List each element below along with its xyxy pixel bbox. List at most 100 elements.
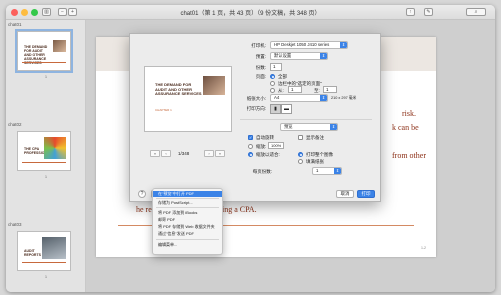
landscape-orientation-button[interactable]: ▬ <box>281 104 292 114</box>
cancel-button[interactable]: 取消 <box>336 190 354 198</box>
thumbnail-rule <box>22 262 66 263</box>
print-dialog: THE DEMAND FOR AUDIT AND OTHER ASSURANCE… <box>129 33 381 202</box>
auto-rotate-label: 自动旋转 <box>256 135 274 140</box>
slide-text-line: risk. <box>402 109 416 118</box>
thumbnail-page[interactable]: AUDIT REPORTS <box>17 231 71 271</box>
thumbnail-image <box>53 40 66 52</box>
pages-all-radio[interactable] <box>270 74 275 79</box>
previous-page-button[interactable]: ‹ <box>161 150 171 157</box>
presets-select[interactable]: 默认设置 ⇕ <box>270 52 328 60</box>
chevron-down-icon: ⇕ <box>320 53 327 59</box>
slide-text-line: from other <box>392 151 426 160</box>
thumbnail-rule <box>22 162 66 163</box>
pages-from-input[interactable]: 1 <box>288 86 302 93</box>
show-notes-label: 显示备注 <box>306 135 324 140</box>
orientation-label: 打印方向: <box>246 106 266 111</box>
thumbnail-image <box>44 137 66 159</box>
pages-to-input[interactable]: 1 <box>323 86 337 93</box>
pdf-menu-item-mail-pdf[interactable]: 邮寄 PDF <box>153 217 222 223</box>
print-preview: THE DEMAND FOR AUDIT AND OTHER ASSURANCE… <box>138 42 238 182</box>
preview-page: THE DEMAND FOR AUDIT AND OTHER ASSURANCE… <box>144 66 232 132</box>
slide-page-number: 1-2 <box>420 246 426 250</box>
printer-value: HP Deskjet 1050 J410 series <box>274 42 330 47</box>
page-indicator: 1/348 <box>178 151 190 156</box>
scale-to-fit-radio[interactable] <box>248 152 253 157</box>
chevron-down-icon: ⇕ <box>334 168 341 174</box>
copies-per-page-label: 每页份数: <box>252 169 272 174</box>
scale-input[interactable]: 100% <box>268 142 284 149</box>
scale-radio[interactable] <box>248 144 253 149</box>
pdf-menu-item-save-postscript[interactable]: 存储为 PostScript... <box>153 200 222 206</box>
sidebar-section-header: chat03 <box>8 222 22 227</box>
pdf-menu-item-edit-menu[interactable]: 编辑菜单... <box>153 242 222 248</box>
scale-to-fit-label: 缩放以适合: <box>256 152 280 157</box>
menu-separator <box>156 207 219 208</box>
sidebar-header: chat01 <box>8 22 22 27</box>
window-title: chat01（第 1 页，共 43 页）（9 份文稿，共 348 页） <box>180 11 321 17</box>
scale-label: 缩放: <box>256 144 267 149</box>
print-entire-image-radio[interactable] <box>298 152 303 157</box>
paper-size-label: 纸张大小: <box>246 96 266 101</box>
paper-size-select[interactable]: A4 ⇕ <box>270 94 328 102</box>
slide-text-line: k can be <box>392 123 419 132</box>
preview-title: THE DEMAND FOR AUDIT AND OTHER ASSURANCE… <box>155 82 202 97</box>
printer-select[interactable]: HP Deskjet 1050 J410 series ⇕ <box>270 41 348 49</box>
chevron-down-icon: ⇕ <box>340 42 347 48</box>
portrait-orientation-button[interactable]: ▮ <box>270 104 281 114</box>
menu-separator <box>156 239 219 240</box>
pages-selection-radio[interactable] <box>270 81 275 86</box>
pdf-menu-item-save-web-receipts[interactable]: 将 PDF 存储到 Web 收据文件夹 <box>153 224 222 230</box>
thumbnail-image <box>42 237 66 259</box>
menu-separator <box>156 198 219 199</box>
sidebar-section-header: chat02 <box>8 122 22 127</box>
chevron-down-icon: ⇕ <box>330 124 337 130</box>
copies-per-page-value: 1 <box>316 168 319 173</box>
search-icon[interactable]: ⌕ <box>466 8 486 16</box>
help-button[interactable]: ? <box>138 190 146 198</box>
markup-icon[interactable]: ✎ <box>424 8 433 16</box>
last-page-button[interactable]: » <box>215 150 225 157</box>
pdf-menu-item-open-in-preview[interactable]: 在"预览"中打开 PDF <box>153 191 222 197</box>
preview-window: ▥ − + chat01（第 1 页，共 43 页）（9 份文稿，共 348 页… <box>6 5 495 292</box>
presets-value: 默认设置 <box>274 53 292 58</box>
share-icon[interactable]: ↑ <box>406 8 415 16</box>
fill-paper-radio[interactable] <box>298 159 303 164</box>
show-notes-checkbox[interactable] <box>298 135 303 140</box>
title-bar: ▥ − + chat01（第 1 页，共 43 页）（9 份文稿，共 348 页… <box>6 5 495 20</box>
copies-label: 份数: <box>255 65 266 70</box>
copies-input[interactable]: 1 <box>270 63 282 71</box>
thumbnail-caption: THE CPA PROFESSION <box>24 147 47 155</box>
next-page-button[interactable]: › <box>204 150 214 157</box>
print-button[interactable]: 打印 <box>357 190 375 198</box>
paper-size-value: A4 <box>274 95 280 100</box>
fill-paper-label: 填满纸张 <box>306 159 324 164</box>
pdf-menu-item-add-to-ibooks[interactable]: 将 PDF 添加到 iBooks <box>153 210 222 216</box>
presets-label: 预置: <box>255 54 266 59</box>
thumbnail-rule <box>22 62 66 63</box>
preview-image <box>203 76 225 95</box>
auto-rotate-checkbox[interactable]: ✓ <box>248 135 253 140</box>
printer-label: 打印机: <box>251 43 266 48</box>
thumbnail-sidebar[interactable]: chat01 THE DEMAND FOR AUDIT AND OTHER AS… <box>6 20 86 292</box>
preview-navigation: « ‹ 1/348 › » <box>150 150 226 158</box>
print-entire-image-label: 打印整个图像 <box>306 152 333 157</box>
section-value: 预览 <box>284 124 293 129</box>
pdf-menu-item-send-via-messages[interactable]: 通过"信息"发送 PDF <box>153 231 222 237</box>
first-page-button[interactable]: « <box>150 150 160 157</box>
thumbnail-page-number: 1 <box>44 274 48 279</box>
section-select[interactable]: 预览 ⇕ <box>280 123 338 131</box>
paper-dimensions: 210 x 297 毫米 <box>331 96 357 100</box>
thumbnail-page-number: 1 <box>44 74 48 79</box>
thumbnail-page[interactable]: THE DEMAND FOR AUDIT AND OTHER ASSURANCE… <box>15 29 73 73</box>
pages-label: 页面: <box>255 74 266 79</box>
preview-subtitle: CHAPTER 1 <box>155 108 172 112</box>
copies-per-page-select[interactable]: 1 ⇕ <box>312 167 342 175</box>
chevron-down-icon: ⇕ <box>320 95 327 101</box>
pdf-menu: 在"预览"中打开 PDF 存储为 PostScript... 将 PDF 添加到… <box>152 188 223 255</box>
thumbnail-page-number: 1 <box>44 174 48 179</box>
thumbnail-page[interactable]: THE CPA PROFESSION <box>17 131 71 171</box>
section-divider <box>240 119 372 120</box>
pages-range-radio[interactable] <box>270 88 275 93</box>
pages-all-label: 全部 <box>278 74 287 79</box>
thumbnail-caption: AUDIT REPORTS <box>24 249 41 257</box>
